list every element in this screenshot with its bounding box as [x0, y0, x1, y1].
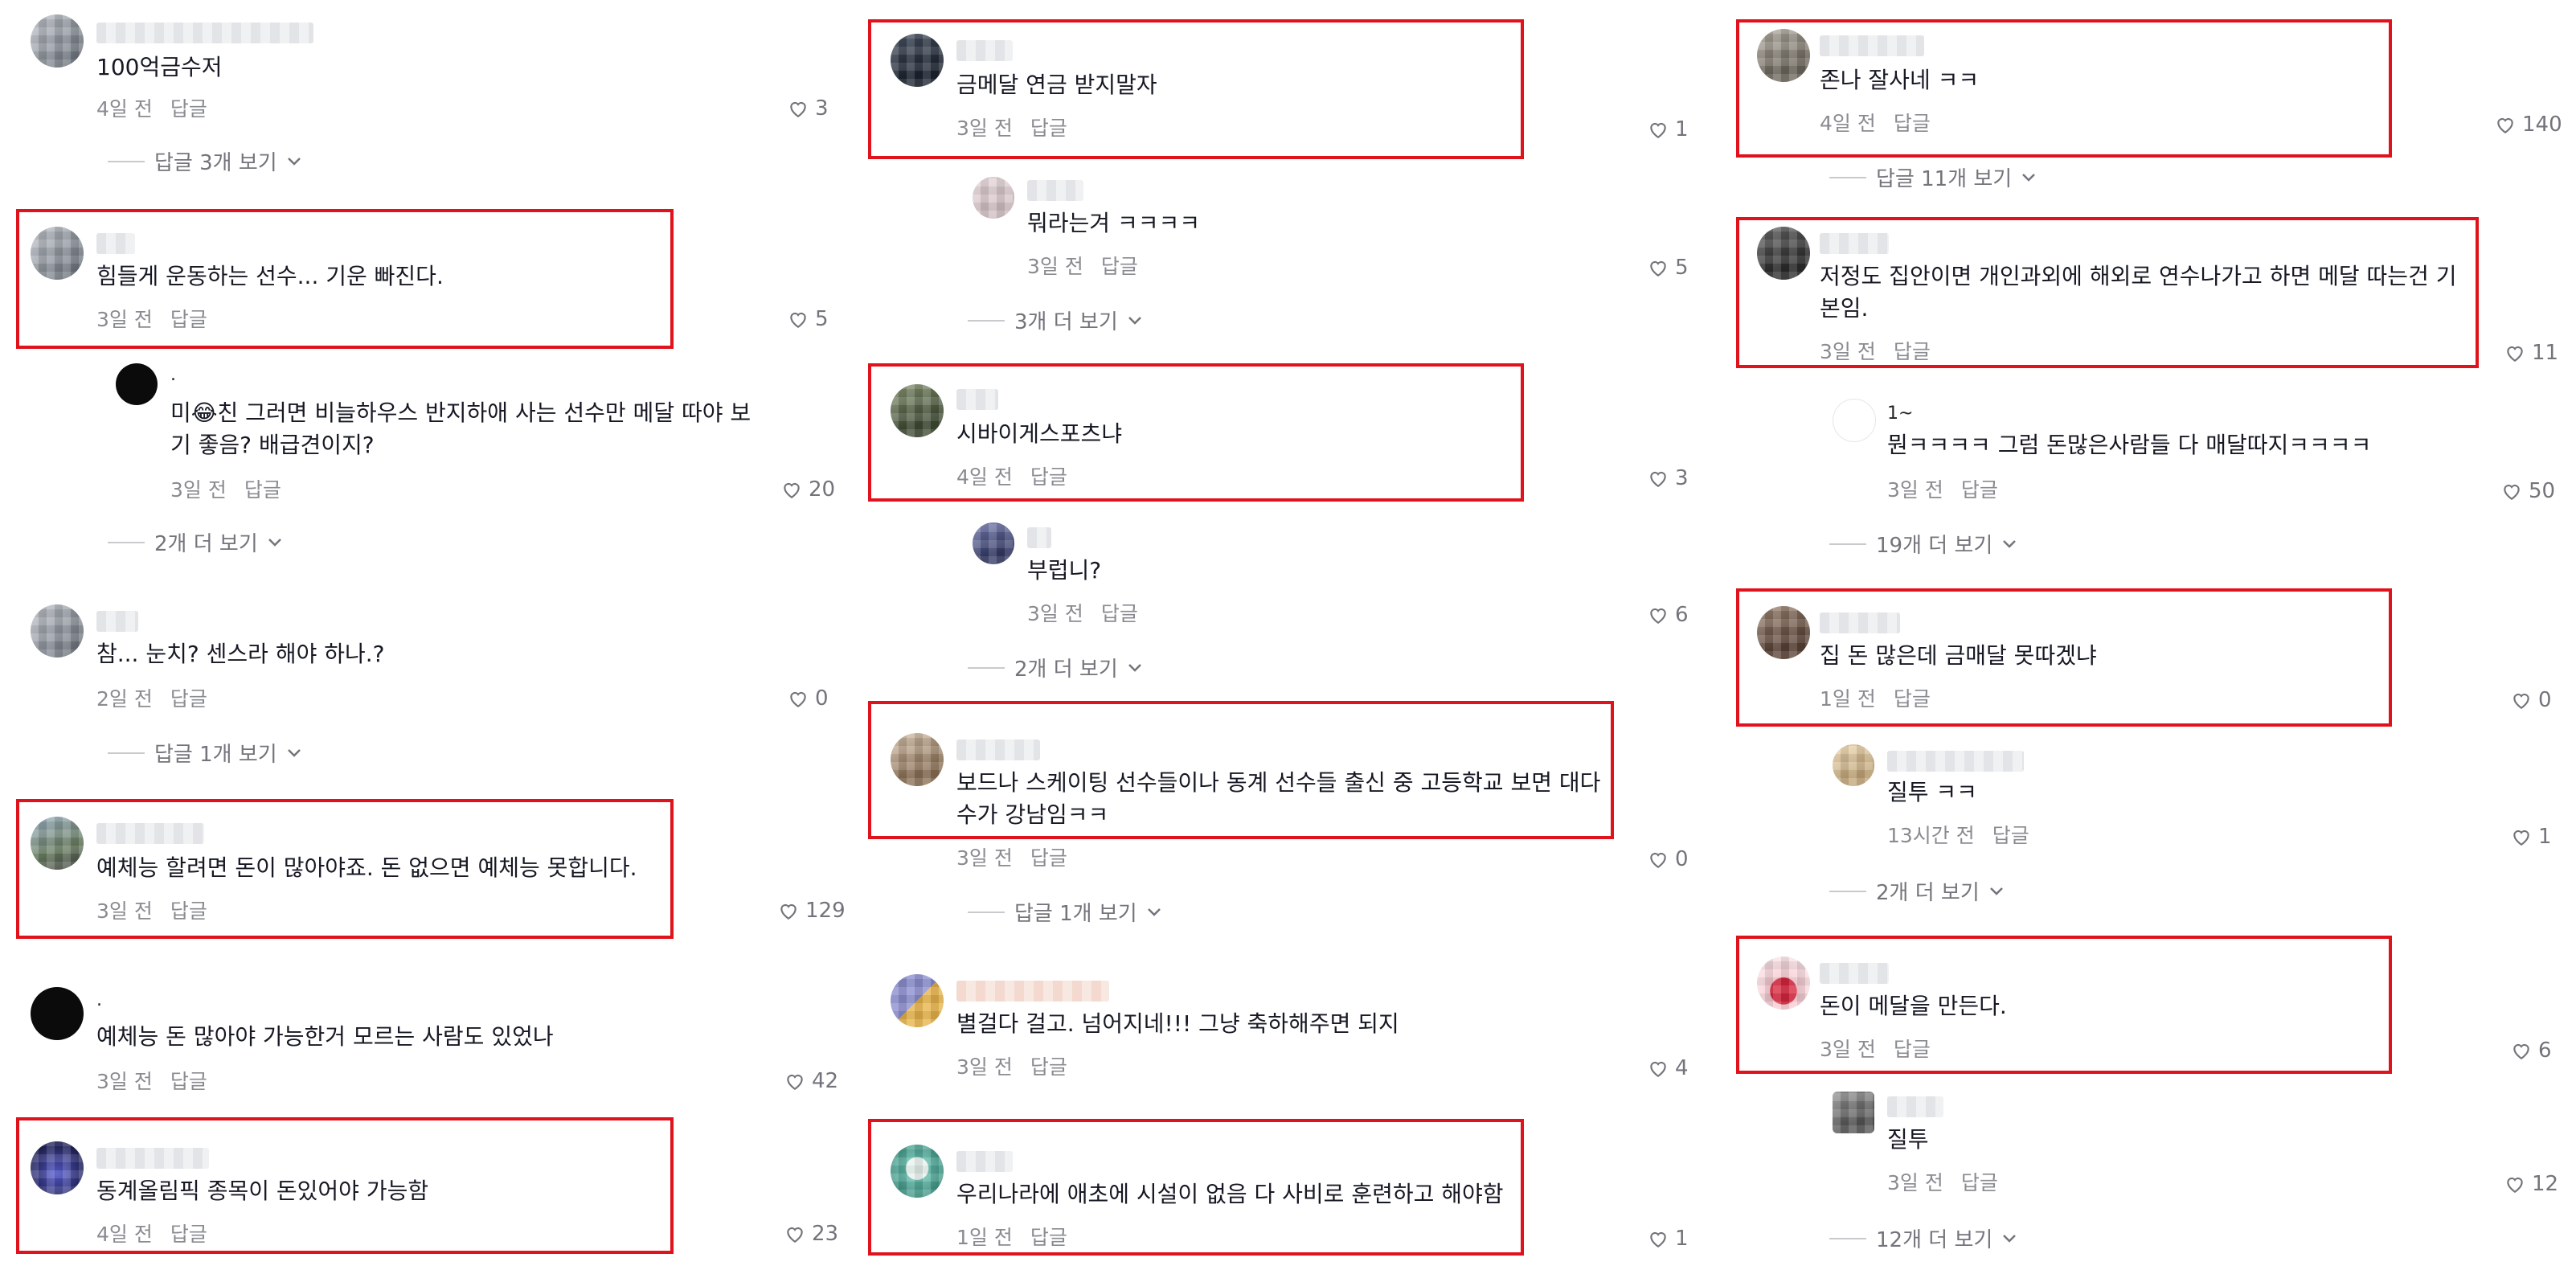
heart-outline-icon	[2507, 346, 2523, 363]
chevron-down-icon	[2003, 1234, 2017, 1243]
divider-line	[1829, 543, 1866, 545]
username-blurred[interactable]	[1820, 963, 1889, 984]
comment-time: 13시간 전	[1887, 824, 1975, 847]
comment-text: 존나 잘사네 ㅋㅋ	[1820, 67, 1980, 93]
view-replies-button[interactable]: 답글 11개 보기	[1829, 162, 2036, 192]
like-button[interactable]: 50	[2501, 479, 2555, 503]
comment-text: 질투 ㅋㅋ	[1887, 779, 1977, 805]
like-count: 12	[2532, 1172, 2559, 1196]
heart-outline-icon	[2513, 1043, 2529, 1060]
reply-button[interactable]: 답글	[1894, 340, 1931, 363]
username-blurred[interactable]	[1887, 751, 2024, 772]
divider-line	[1829, 890, 1866, 892]
comment-meta: 4일 전 답글	[1820, 108, 1948, 137]
view-more-label: 19개 더 보기	[1876, 534, 1993, 558]
like-button[interactable]: 6	[2511, 1039, 2552, 1063]
like-button[interactable]: 11	[2504, 341, 2558, 365]
view-replies-label: 답글 11개 보기	[1876, 167, 2013, 191]
view-more-label: 2개 더 보기	[1876, 881, 1980, 905]
avatar[interactable]	[1833, 1092, 1874, 1133]
view-more-label: 12개 더 보기	[1876, 1228, 1993, 1252]
reply-button[interactable]: 답글	[1894, 1038, 1931, 1061]
avatar[interactable]	[1757, 606, 1810, 659]
comment-time: 3일 전	[1820, 340, 1876, 363]
like-button[interactable]: 0	[2511, 688, 2552, 712]
like-button[interactable]: 1	[2511, 825, 2552, 849]
like-count: 1	[2538, 825, 2552, 849]
view-more-button[interactable]: 2개 더 보기	[1829, 876, 2004, 906]
comment-text: 뭔ㅋㅋㅋㅋ 그럼 돈많은사람들 다 매달따지ㅋㅋㅋㅋ	[1887, 432, 2372, 458]
view-more-button[interactable]: 19개 더 보기	[1829, 529, 2017, 559]
username-blurred[interactable]	[1820, 612, 1900, 633]
comment-time: 1일 전	[1820, 687, 1876, 711]
reply-button[interactable]: 답글	[1961, 478, 1998, 502]
heart-outline-icon	[2504, 484, 2520, 501]
comment-text: 질투	[1887, 1126, 1929, 1153]
like-count: 6	[2538, 1039, 2552, 1063]
heart-outline-icon	[2513, 693, 2529, 710]
view-more-button[interactable]: 12개 더 보기	[1829, 1223, 2017, 1253]
avatar[interactable]	[1757, 227, 1810, 280]
username[interactable]: 1~	[1887, 405, 1913, 426]
like-button[interactable]: 12	[2504, 1172, 2558, 1196]
username-blurred[interactable]	[1820, 233, 1889, 254]
reply-button[interactable]: 답글	[1961, 1171, 1998, 1194]
username-blurred[interactable]	[1887, 1096, 1943, 1117]
heart-outline-icon	[2507, 1177, 2523, 1194]
comment-meta: 3일 전 답글	[1820, 336, 1948, 365]
comment-column-3: 존나 잘사네 ㅋㅋ 4일 전 답글 140 답글 11개 보기 저정도 집안이면 …	[0, 0, 2576, 1270]
reply-button[interactable]: 답글	[1894, 687, 1931, 711]
chevron-down-icon	[2003, 539, 2017, 548]
comment-time: 3일 전	[1820, 1038, 1876, 1061]
comment-time: 3일 전	[1887, 478, 1943, 502]
reply-button[interactable]: 답글	[1992, 824, 2029, 847]
comment-text: 집 돈 많은데 금매달 못따겠냐	[1820, 642, 2097, 669]
like-button[interactable]: 140	[2495, 113, 2562, 137]
like-count: 50	[2529, 479, 2556, 503]
comment-text: 저정도 집안이면 개인과외에 해외로 연수나가고 하면 메달 따는건 기본임.	[1820, 263, 2457, 322]
heart-outline-icon	[2513, 830, 2529, 846]
like-count: 0	[2538, 688, 2552, 712]
comment-time: 3일 전	[1887, 1171, 1943, 1194]
divider-line	[1829, 1237, 1866, 1239]
heart-outline-icon	[2497, 117, 2513, 134]
reply-button[interactable]: 답글	[1894, 112, 1931, 135]
comment-meta: 13시간 전 답글	[1887, 820, 2047, 849]
username-blurred[interactable]	[1820, 35, 1924, 56]
chevron-down-icon	[1989, 887, 2003, 895]
avatar[interactable]	[1833, 744, 1874, 786]
avatar[interactable]	[1757, 957, 1810, 1010]
avatar[interactable]	[1757, 29, 1810, 82]
like-count: 140	[2522, 113, 2562, 137]
comment-meta: 3일 전 답글	[1887, 1167, 2016, 1196]
divider-line	[1829, 176, 1866, 178]
avatar[interactable]	[1833, 399, 1876, 442]
like-count: 11	[2532, 341, 2559, 365]
chevron-down-icon	[2022, 173, 2036, 182]
comment-text: 돈이 메달을 만든다.	[1820, 993, 2007, 1019]
comment-meta: 1일 전 답글	[1820, 683, 1948, 712]
comment-time: 4일 전	[1820, 112, 1876, 135]
comment-meta: 3일 전 답글	[1820, 1034, 1948, 1063]
comment-meta: 3일 전 답글	[1887, 474, 2016, 503]
